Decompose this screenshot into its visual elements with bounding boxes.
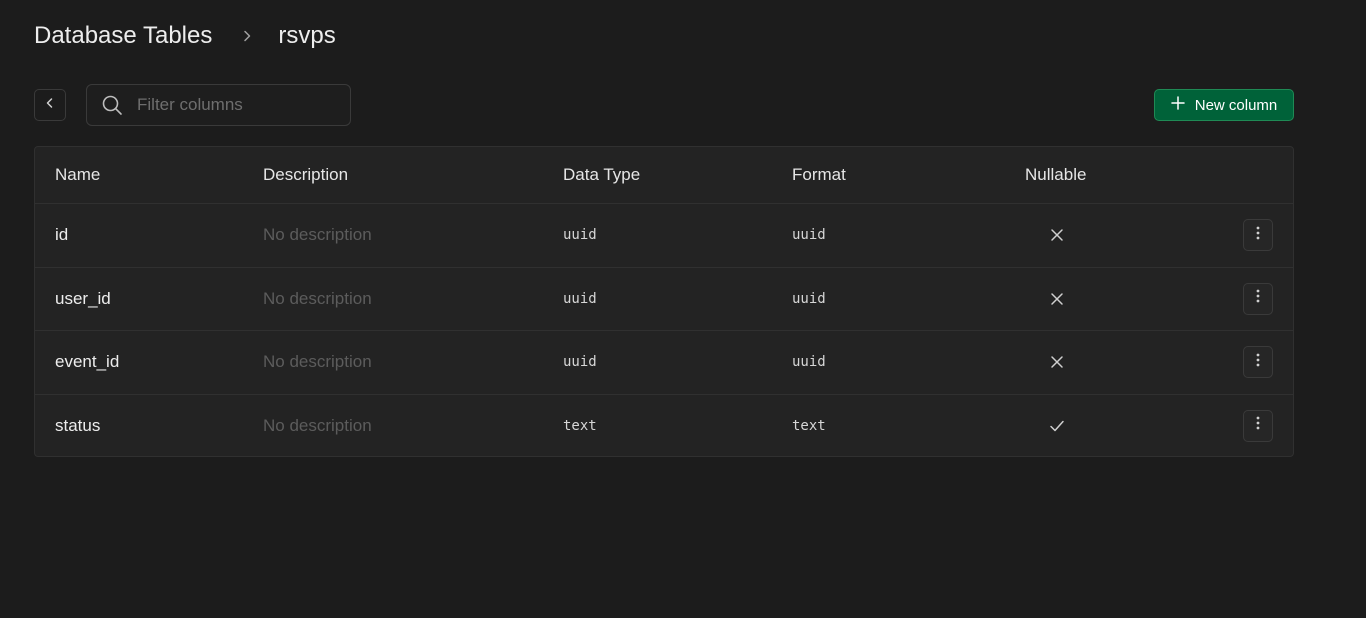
column-name: status — [55, 415, 101, 435]
new-column-button[interactable]: New column — [1154, 89, 1294, 121]
search-icon — [87, 85, 137, 125]
filter-columns-input[interactable] — [137, 95, 337, 115]
x-icon — [1025, 204, 1089, 267]
header-description: Description — [263, 165, 349, 184]
row-menu-button[interactable] — [1243, 409, 1273, 442]
more-vertical-icon — [1256, 353, 1260, 372]
more-vertical-icon — [1256, 226, 1260, 245]
new-column-label: New column — [1194, 96, 1278, 114]
table-header-row: Name Description Data Type Format Nullab… — [35, 147, 1293, 203]
column-description: No description — [263, 415, 372, 435]
back-button[interactable] — [34, 89, 66, 121]
x-icon — [1025, 331, 1089, 394]
more-vertical-icon — [1256, 289, 1260, 308]
column-name: id — [55, 225, 69, 245]
column-format: uuid — [792, 354, 826, 371]
column-description: No description — [263, 225, 372, 245]
filter-columns-field[interactable] — [86, 84, 351, 126]
column-data-type: text — [563, 417, 597, 434]
column-data-type: uuid — [563, 354, 597, 371]
chevron-right-icon — [232, 30, 262, 42]
breadcrumb-current: rsvps — [278, 22, 336, 49]
more-vertical-icon — [1256, 416, 1260, 435]
row-menu-button[interactable] — [1243, 219, 1273, 252]
table-row: status No description text text — [35, 393, 1293, 458]
column-format: text — [792, 417, 826, 434]
row-menu-button[interactable] — [1243, 282, 1273, 315]
table-row: user_id No description uuid uuid — [35, 266, 1293, 331]
column-data-type: uuid — [563, 227, 597, 244]
breadcrumb: Database Tables rsvps — [34, 20, 336, 52]
column-description: No description — [263, 352, 372, 372]
check-icon — [1025, 395, 1089, 458]
header-nullable: Nullable — [1025, 165, 1087, 184]
column-name: user_id — [55, 288, 111, 308]
column-name: event_id — [55, 352, 120, 372]
breadcrumb-root[interactable]: Database Tables — [34, 22, 212, 50]
header-format: Format — [792, 165, 846, 184]
columns-table: Name Description Data Type Format Nullab… — [34, 146, 1294, 457]
x-icon — [1025, 268, 1089, 331]
column-data-type: uuid — [563, 290, 597, 307]
plus-icon — [1170, 96, 1185, 114]
table-row: id No description uuid uuid — [35, 203, 1293, 267]
header-name: Name — [55, 165, 101, 184]
column-format: uuid — [792, 227, 826, 244]
chevron-left-icon — [44, 96, 56, 114]
table-row: event_id No description uuid uuid — [35, 330, 1293, 394]
column-description: No description — [263, 288, 372, 308]
header-data-type: Data Type — [563, 165, 641, 184]
row-menu-button[interactable] — [1243, 346, 1273, 379]
column-format: uuid — [792, 290, 826, 307]
